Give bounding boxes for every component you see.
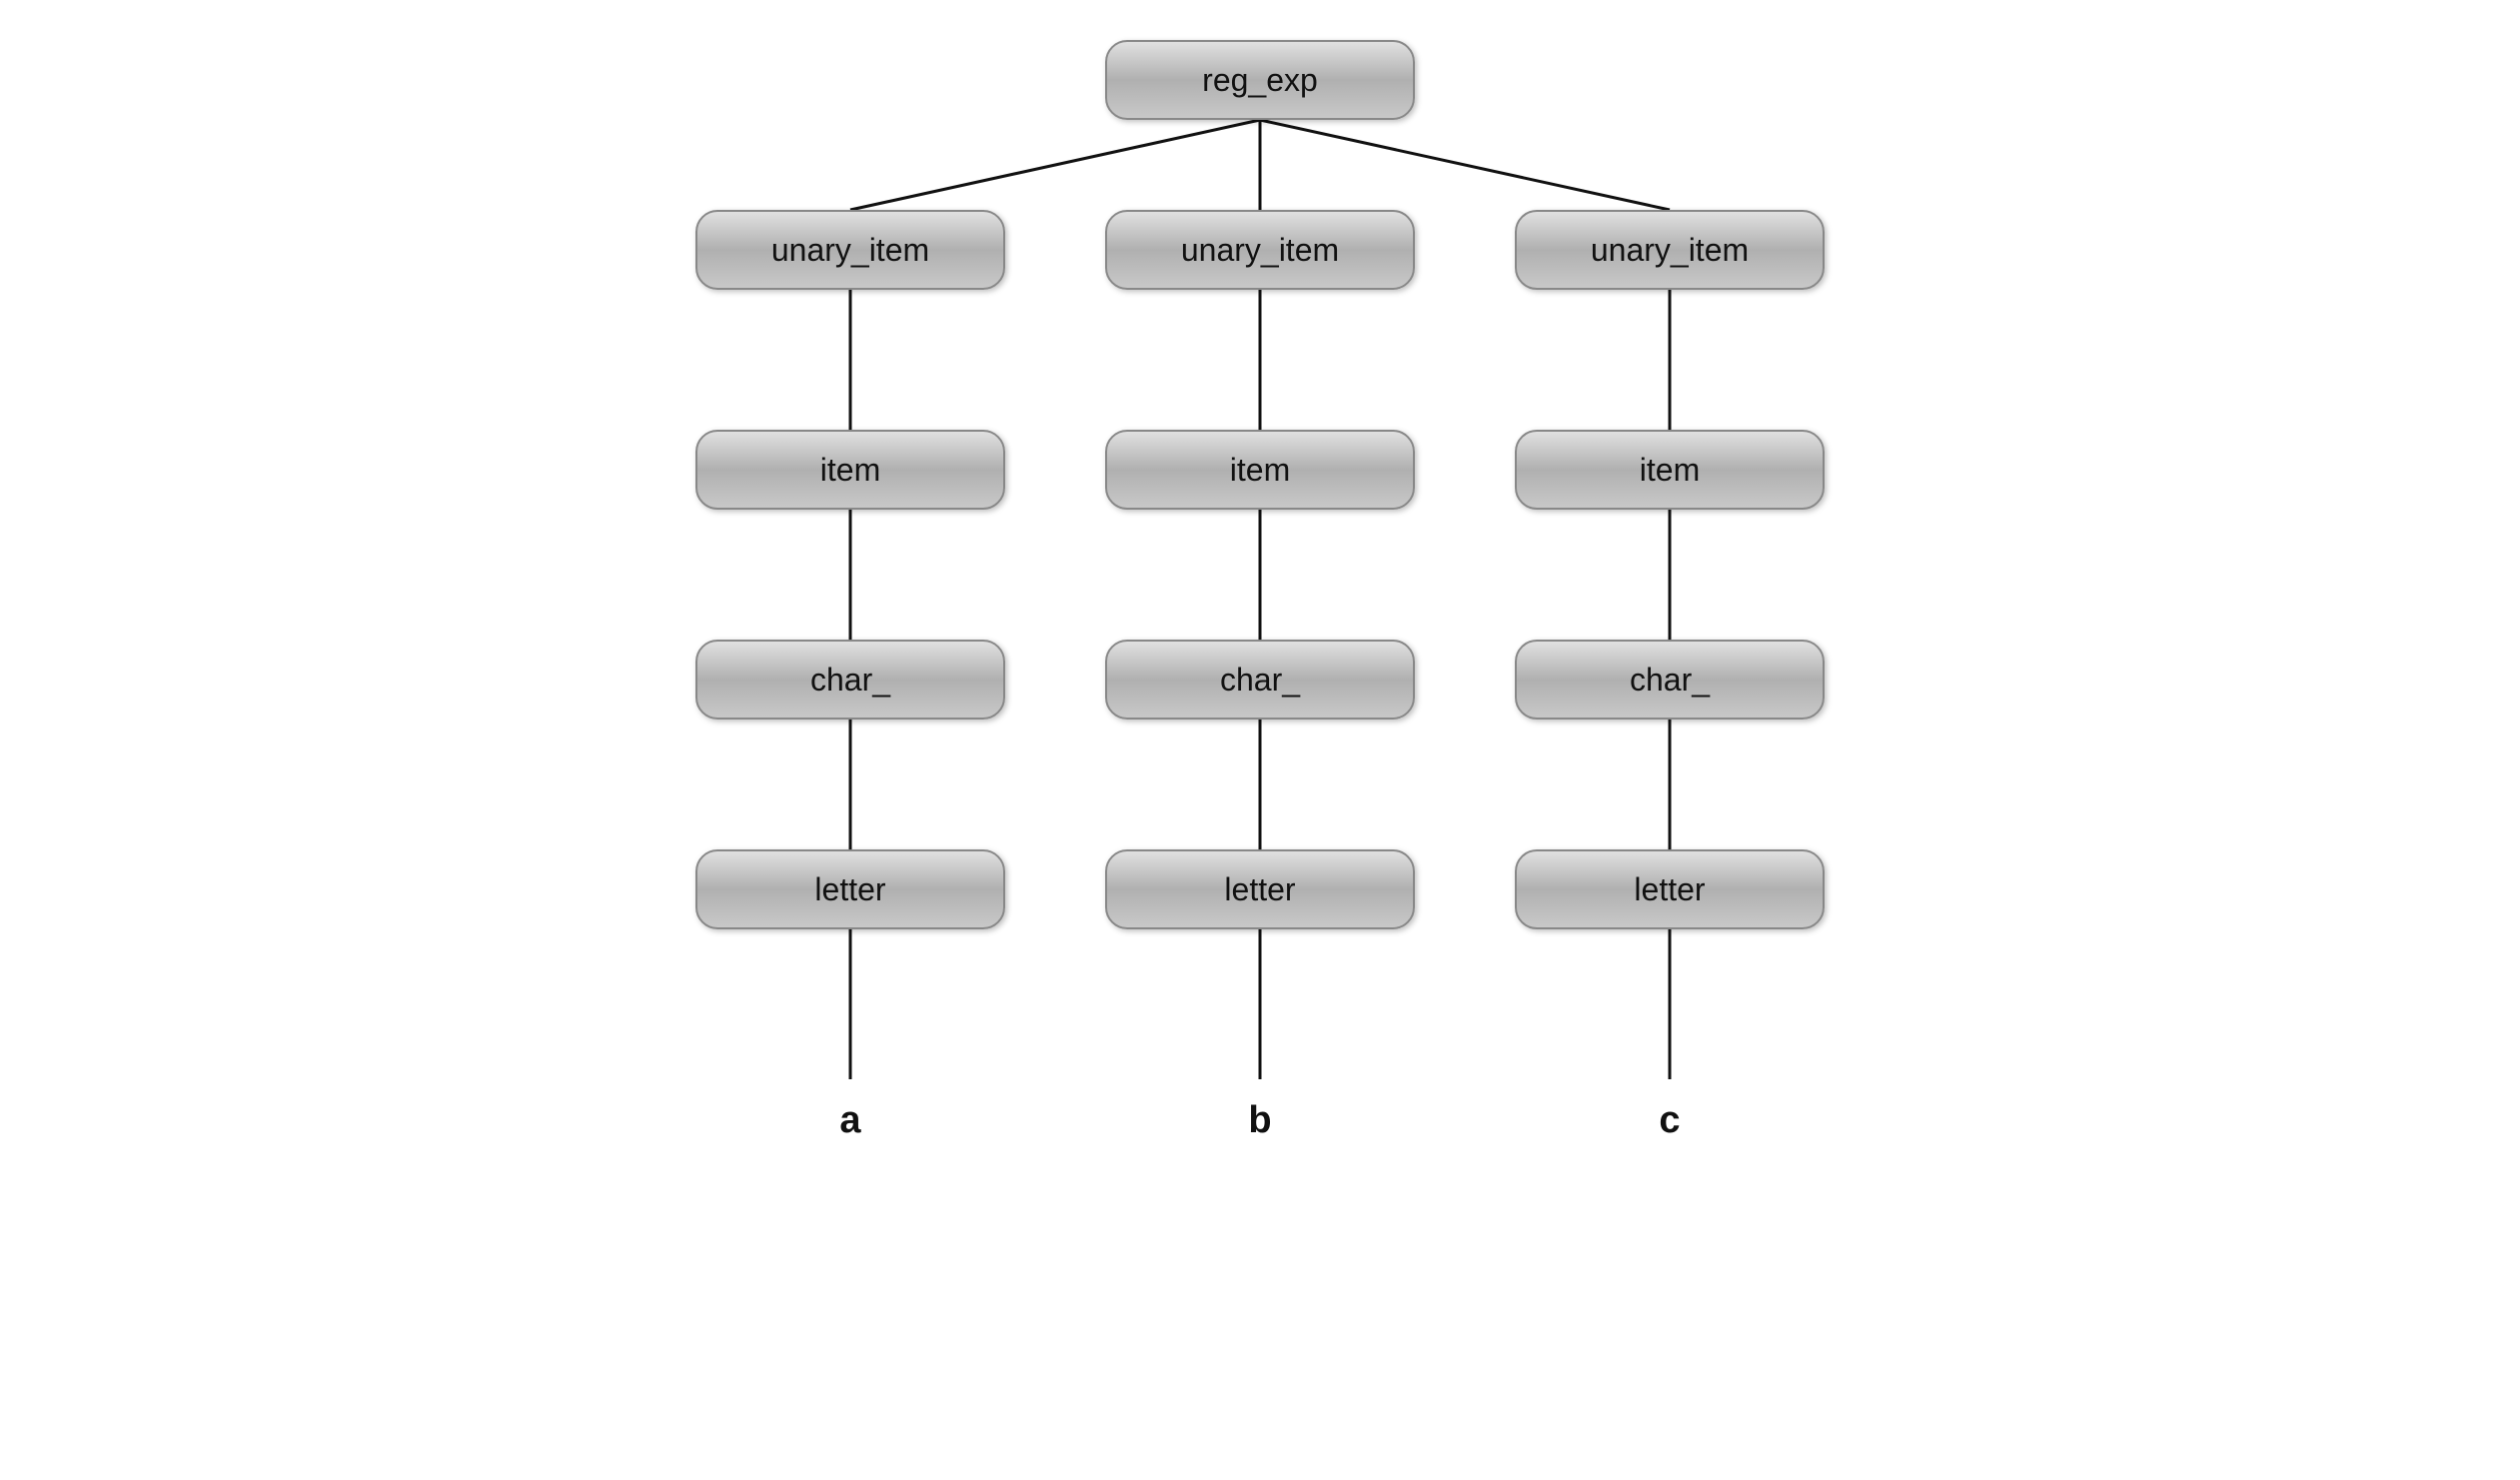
node-letter-3: letter — [1515, 849, 1825, 929]
node-item-3: item — [1515, 430, 1825, 510]
node-unary-item-3: unary_item — [1515, 210, 1825, 290]
node-item-3-label: item — [1640, 452, 1700, 489]
node-item-2-label: item — [1230, 452, 1290, 489]
diagram-container: reg_exp unary_item unary_item unary_item… — [0, 0, 2520, 1480]
node-letter-3-label: letter — [1634, 871, 1705, 908]
node-char-1: char_ — [695, 640, 1005, 720]
node-char-2-label: char_ — [1220, 662, 1300, 699]
node-item-1: item — [695, 430, 1005, 510]
node-unary-item-2: unary_item — [1105, 210, 1415, 290]
node-letter-1: letter — [695, 849, 1005, 929]
node-letter-1-label: letter — [814, 871, 885, 908]
node-char-1-label: char_ — [810, 662, 890, 699]
node-char-3: char_ — [1515, 640, 1825, 720]
node-unary-item-1-label: unary_item — [771, 232, 929, 269]
leaf-c: c — [1659, 1099, 1680, 1142]
node-reg-exp-label: reg_exp — [1202, 62, 1318, 99]
leaf-b: b — [1248, 1099, 1271, 1142]
node-unary-item-1: unary_item — [695, 210, 1005, 290]
leaf-a: a — [839, 1099, 860, 1142]
node-char-2: char_ — [1105, 640, 1415, 720]
node-reg-exp: reg_exp — [1105, 40, 1415, 120]
node-unary-item-2-label: unary_item — [1181, 232, 1339, 269]
node-item-2: item — [1105, 430, 1415, 510]
node-letter-2-label: letter — [1224, 871, 1295, 908]
node-unary-item-3-label: unary_item — [1591, 232, 1749, 269]
node-letter-2: letter — [1105, 849, 1415, 929]
node-char-3-label: char_ — [1630, 662, 1710, 699]
node-item-1-label: item — [820, 452, 880, 489]
